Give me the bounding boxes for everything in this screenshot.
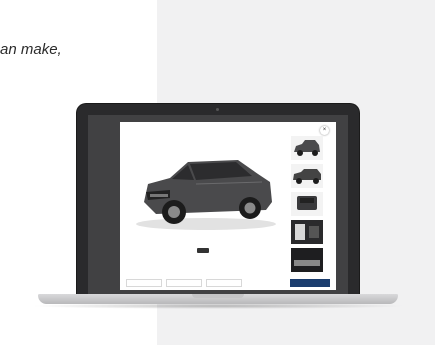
close-button[interactable]: ×	[320, 126, 329, 135]
first-input[interactable]	[126, 279, 162, 287]
vehicle-gallery-modal: ×	[120, 122, 336, 290]
third-input[interactable]	[206, 279, 242, 287]
suv-thumbnail-icon	[294, 140, 320, 156]
tagline-text: an make,	[0, 41, 62, 58]
laptop-screen: ×	[88, 115, 348, 294]
thumbnail-side[interactable]	[291, 164, 323, 188]
thumbnail-front[interactable]	[291, 136, 323, 160]
thumbnail-dashboard[interactable]	[291, 248, 323, 272]
suv-thumbnail-icon	[297, 196, 317, 210]
laptop-notch	[192, 294, 244, 298]
suv-image-icon	[136, 160, 276, 230]
dashboard-thumbnail-icon	[291, 248, 323, 272]
thumbnail-rear[interactable]	[291, 192, 323, 216]
laptop-lid: ×	[77, 104, 359, 294]
second-input[interactable]	[166, 279, 202, 287]
suv-thumbnail-icon	[293, 169, 321, 184]
webcam-icon	[216, 108, 219, 111]
laptop-base	[38, 294, 398, 304]
main-vehicle-photo[interactable]	[126, 132, 284, 235]
thumbnail-strip	[291, 136, 323, 276]
interior-thumbnail-icon	[291, 220, 323, 244]
submit-button[interactable]	[290, 279, 330, 287]
photo-counter-badge	[197, 248, 209, 253]
thumbnail-interior[interactable]	[291, 220, 323, 244]
